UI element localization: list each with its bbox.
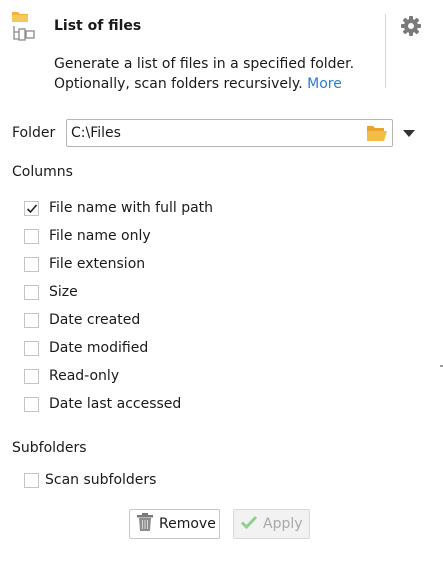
- column-option-label: File name only: [49, 228, 151, 244]
- column-option-label: File extension: [49, 256, 146, 272]
- column-option-label: Date created: [49, 312, 141, 328]
- column-option-label: Date modified: [49, 340, 149, 356]
- open-folder-icon[interactable]: [366, 124, 388, 142]
- checkbox[interactable]: [24, 200, 39, 216]
- trash-icon: [136, 512, 154, 536]
- checkbox[interactable]: [24, 284, 39, 300]
- checkbox[interactable]: [24, 256, 39, 272]
- column-option-read-only[interactable]: Read-only: [24, 365, 119, 387]
- checkbox[interactable]: [24, 228, 39, 244]
- apply-button[interactable]: Apply: [233, 509, 310, 539]
- page-title: List of files: [54, 18, 142, 34]
- scan-subfolders-label: Scan subfolders: [45, 472, 157, 488]
- folder-label: Folder: [12, 125, 56, 141]
- checkbox[interactable]: [24, 396, 39, 412]
- column-option-label: Read-only: [49, 368, 120, 384]
- columns-heading: Columns: [12, 164, 73, 180]
- remove-label: Remove: [159, 516, 216, 532]
- column-option-file-name-only[interactable]: File name only: [24, 225, 151, 247]
- more-link[interactable]: More: [307, 76, 342, 92]
- column-option-file-name-full-path[interactable]: File name with full path: [24, 197, 213, 219]
- folder-field[interactable]: [66, 119, 393, 147]
- header-divider: [385, 14, 386, 88]
- gear-icon[interactable]: [399, 14, 423, 38]
- checkbox[interactable]: [24, 472, 39, 488]
- column-option-label: Date last accessed: [49, 396, 182, 412]
- column-option-file-extension[interactable]: File extension: [24, 253, 145, 275]
- checkbox[interactable]: [24, 368, 39, 384]
- checkbox[interactable]: [24, 312, 39, 328]
- column-option-label: Size: [49, 284, 78, 300]
- description: Generate a list of files in a specified …: [54, 54, 374, 94]
- scan-subfolders-option[interactable]: Scan subfolders: [24, 469, 156, 491]
- column-option-date-modified[interactable]: Date modified: [24, 337, 148, 359]
- column-option-size[interactable]: Size: [24, 281, 78, 303]
- subfolders-heading: Subfolders: [12, 440, 87, 456]
- apply-label: Apply: [263, 516, 303, 532]
- column-option-date-created[interactable]: Date created: [24, 309, 140, 331]
- chevron-down-icon[interactable]: [402, 127, 416, 137]
- checkbox[interactable]: [24, 340, 39, 356]
- column-option-date-last-accessed[interactable]: Date last accessed: [24, 393, 181, 415]
- folder-list-icon: [10, 10, 40, 44]
- column-option-label: File name with full path: [49, 200, 214, 216]
- check-icon: [240, 514, 258, 534]
- folder-path-input[interactable]: [71, 123, 361, 143]
- remove-button[interactable]: Remove: [129, 509, 220, 539]
